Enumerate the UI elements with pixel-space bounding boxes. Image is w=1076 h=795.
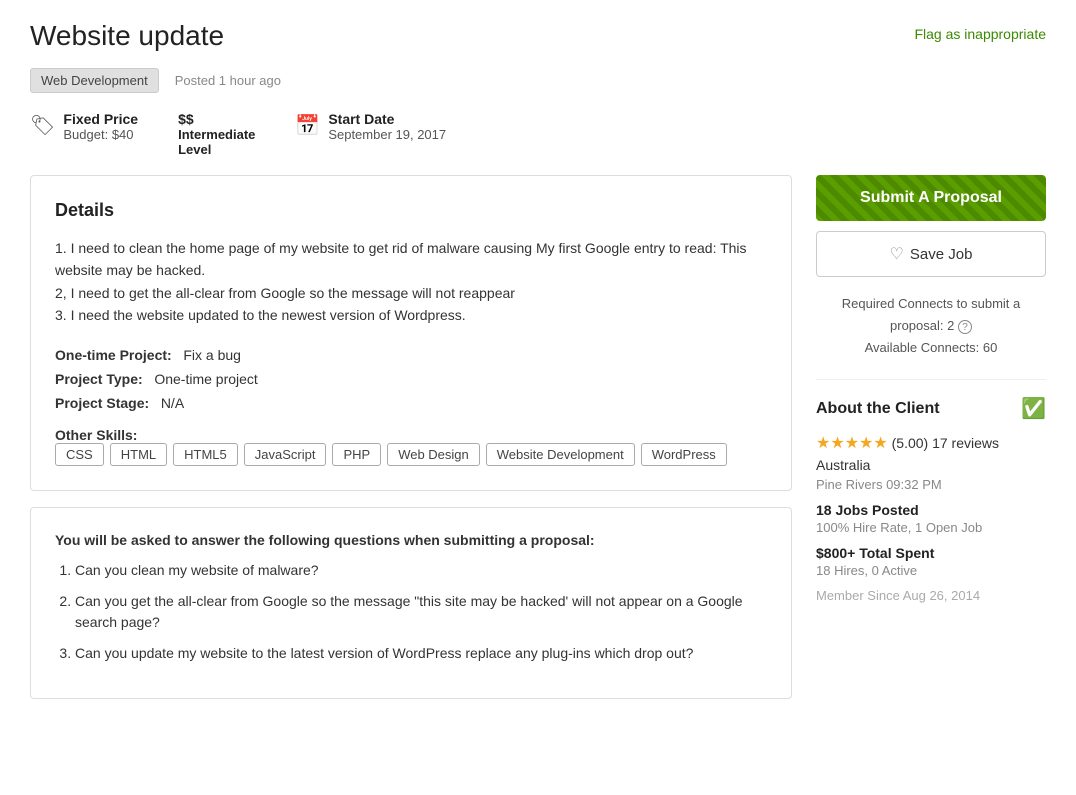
skill-tag: HTML bbox=[110, 443, 167, 466]
skills-list: CSS HTML HTML5 JavaScriptPHP Web Design Websi… bbox=[55, 443, 767, 466]
rating-row: ★★★★★ (5.00) 17 reviews bbox=[816, 433, 1046, 453]
questions-list: Can you clean my website of malware? Can … bbox=[55, 560, 767, 664]
client-location: Pine Rivers 09:32 PM bbox=[816, 477, 1046, 492]
skill-tag: JavaScript bbox=[244, 443, 327, 466]
skills-label: Other Skills: bbox=[55, 427, 137, 443]
verified-icon: ✅ bbox=[1021, 396, 1046, 421]
start-date-label: Start Date bbox=[328, 111, 446, 127]
posted-time: Posted 1 hour ago bbox=[175, 73, 281, 88]
submit-proposal-button[interactable]: Submit A Proposal bbox=[816, 175, 1046, 221]
level-item: $$ Intermediate Level bbox=[178, 111, 255, 157]
hires: 18 Hires, 0 Active bbox=[816, 563, 1046, 578]
save-job-button[interactable]: ♡ Save Job bbox=[816, 231, 1046, 277]
start-date-value: September 19, 2017 bbox=[328, 127, 446, 142]
level-sub: Level bbox=[178, 142, 255, 157]
connects-box: Required Connects to submit a proposal: … bbox=[816, 293, 1046, 359]
skill-tag: WordPress bbox=[641, 443, 727, 466]
project-type-row2: Project Type: One-time project bbox=[55, 371, 767, 387]
level-label: Intermediate bbox=[178, 127, 255, 142]
info-icon[interactable]: ? bbox=[958, 320, 972, 334]
stars: ★★★★★ bbox=[816, 435, 888, 452]
tag-icon: 🏷 bbox=[30, 113, 55, 138]
rating-value: (5.00) bbox=[892, 435, 932, 451]
skill-tag: HTML5 bbox=[173, 443, 238, 466]
heart-icon: ♡ bbox=[890, 244, 904, 264]
hire-rate: 100% Hire Rate, 1 Open Job bbox=[816, 520, 1046, 535]
level-symbol: $$ bbox=[178, 111, 255, 127]
description-text: 1. I need to clean the home page of my w… bbox=[55, 237, 767, 327]
page-title: Website update bbox=[30, 20, 224, 52]
about-client-title: About the Client bbox=[816, 400, 940, 418]
member-since: Member Since Aug 26, 2014 bbox=[816, 588, 1046, 603]
total-spent-label: $800+ Total Spent bbox=[816, 545, 1046, 561]
price-type-label: Fixed Price bbox=[63, 111, 138, 127]
divider bbox=[816, 379, 1046, 380]
jobs-posted-label: 18 Jobs Posted bbox=[816, 502, 1046, 518]
budget-label: Budget: $40 bbox=[63, 127, 138, 142]
flag-link[interactable]: Flag as inappropriate bbox=[914, 26, 1046, 42]
details-card: Details 1. I need to clean the home page… bbox=[30, 175, 792, 491]
client-country: Australia bbox=[816, 457, 1046, 473]
question-item: Can you get the all-clear from Google so… bbox=[75, 591, 767, 633]
about-client-section: About the Client ✅ ★★★★★ (5.00) 17 revie… bbox=[816, 396, 1046, 603]
questions-card: You will be asked to answer the followin… bbox=[30, 507, 792, 699]
about-client-header: About the Client ✅ bbox=[816, 396, 1046, 421]
question-item: Can you update my website to the latest … bbox=[75, 643, 767, 664]
skill-tag: Web Design bbox=[387, 443, 480, 466]
connects-required: Required Connects to submit a proposal: … bbox=[816, 293, 1046, 337]
questions-intro: You will be asked to answer the followin… bbox=[55, 532, 767, 548]
details-title: Details bbox=[55, 200, 767, 221]
category-badge: Web Development bbox=[30, 68, 159, 93]
connects-available: Available Connects: 60 bbox=[816, 337, 1046, 359]
review-count: 17 reviews bbox=[932, 435, 999, 451]
calendar-icon: 📅 bbox=[295, 113, 320, 138]
skill-tag: Website Development bbox=[486, 443, 635, 466]
start-date-item: 📅 Start Date September 19, 2017 bbox=[295, 111, 446, 142]
project-stage-row: Project Stage: N/A bbox=[55, 395, 767, 411]
skill-tag: CSS bbox=[55, 443, 104, 466]
question-item: Can you clean my website of malware? bbox=[75, 560, 767, 581]
project-type-row: One-time Project: Fix a bug bbox=[55, 347, 767, 363]
fixed-price-item: 🏷 Fixed Price Budget: $40 bbox=[30, 111, 138, 142]
skill-tag: PHP bbox=[332, 443, 381, 466]
skills-section: Other Skills: CSS HTML HTML5 JavaScriptPHP W… bbox=[55, 427, 767, 466]
